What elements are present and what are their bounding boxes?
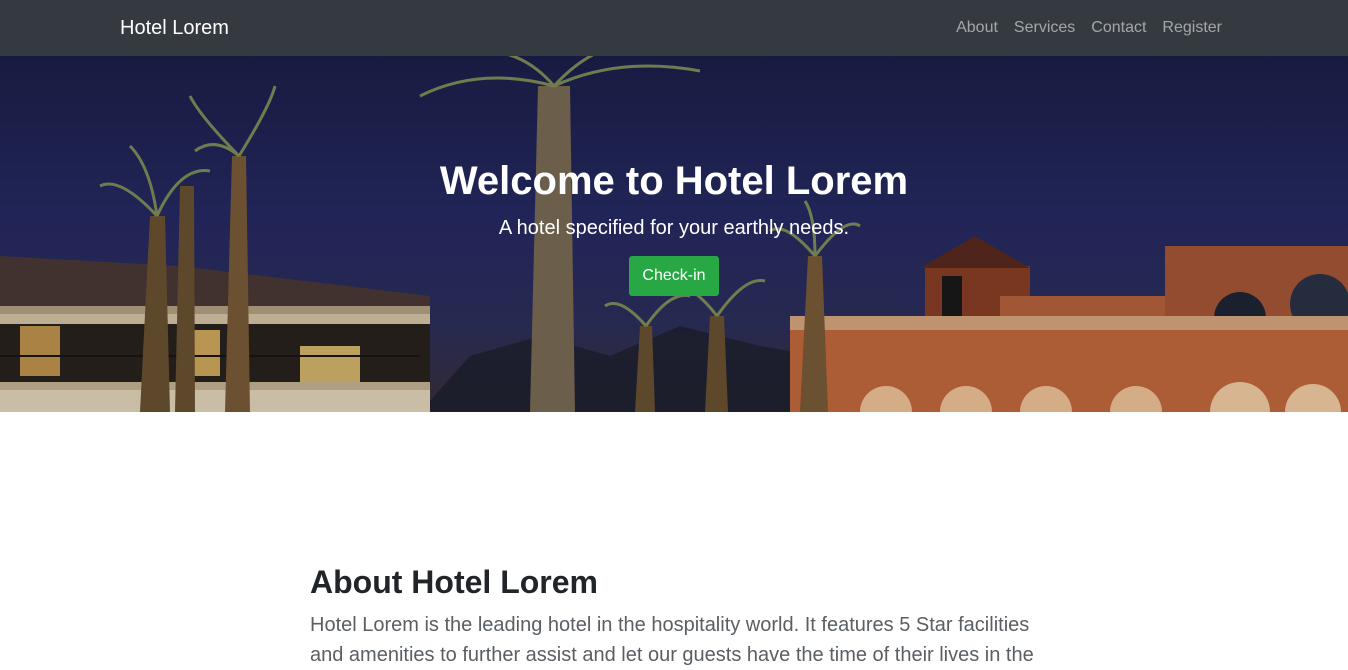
hero-content: Welcome to Hotel Lorem A hotel specified… (0, 156, 1348, 296)
nav-links: About Services Contact Register (956, 18, 1222, 38)
check-in-button[interactable]: Check-in (629, 256, 719, 296)
brand-link[interactable]: Hotel Lorem (120, 16, 229, 40)
about-text: Hotel Lorem is the leading hotel in the … (310, 614, 1034, 666)
navbar: Hotel Lorem About Services Contact Regis… (0, 0, 1348, 56)
hero-section: Welcome to Hotel Lorem A hotel specified… (0, 56, 1348, 412)
nav-link-register[interactable]: Register (1162, 18, 1222, 38)
nav-link-about[interactable]: About (956, 18, 998, 38)
hero-title: Welcome to Hotel Lorem (439, 159, 909, 203)
nav-link-services[interactable]: Services (1014, 18, 1075, 38)
nav-link-contact[interactable]: Contact (1091, 18, 1146, 38)
about-title: About Hotel Lorem (310, 564, 598, 600)
hero-subtitle: A hotel specified for your earthly needs… (498, 217, 850, 239)
